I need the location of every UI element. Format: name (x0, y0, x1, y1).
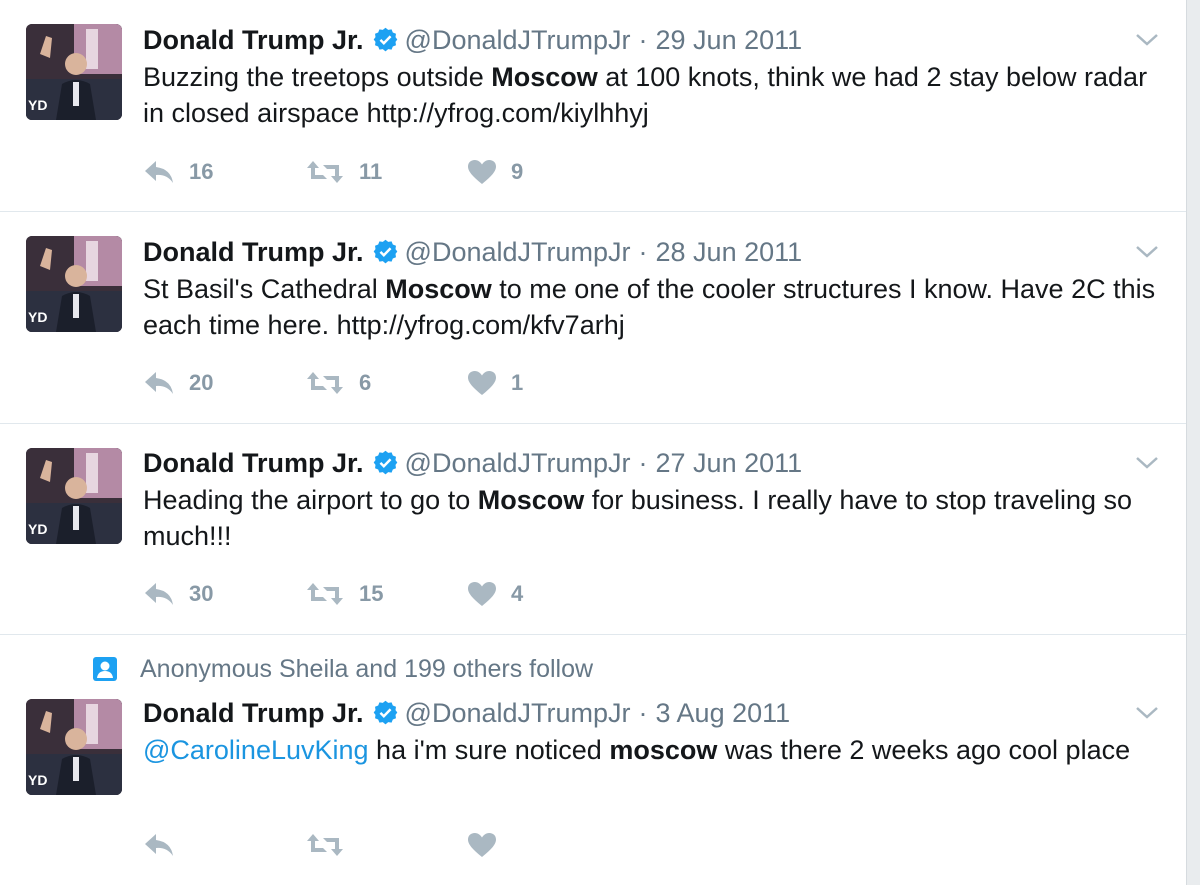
tweet-actions: 16 11 9 (143, 157, 629, 187)
retweet-button[interactable] (305, 832, 467, 858)
tweet-header: Donald Trump Jr. @DonaldJTrumpJr · 28 Ju… (143, 234, 802, 268)
avatar[interactable]: YD (26, 24, 122, 120)
tweet-actions (143, 830, 629, 860)
reply-icon (145, 583, 173, 605)
highlight: Moscow (477, 485, 585, 515)
author-name[interactable]: Donald Trump Jr. (143, 448, 364, 479)
like-button[interactable] (467, 832, 629, 858)
separator: · (638, 25, 648, 55)
chevron-down-icon[interactable] (1134, 242, 1160, 262)
like-count: 9 (511, 159, 524, 184)
retweet-button[interactable]: 15 (305, 581, 467, 607)
author-name[interactable]: Donald Trump Jr. (143, 237, 364, 268)
like-button[interactable]: 9 (467, 159, 629, 185)
tweet-header: Donald Trump Jr. @DonaldJTrumpJr · 3 Aug… (143, 695, 790, 729)
separator: · (638, 448, 648, 478)
verified-badge-icon (372, 699, 399, 726)
reply-button[interactable]: 16 (143, 159, 305, 185)
like-button[interactable]: 1 (467, 370, 629, 396)
heart-icon (468, 833, 496, 857)
chevron-down-icon[interactable] (1134, 703, 1160, 723)
tweet-header: Donald Trump Jr. @DonaldJTrumpJr · 27 Ju… (143, 445, 802, 479)
retweet-icon (307, 834, 343, 856)
reply-button[interactable] (143, 832, 305, 858)
verified-badge-icon (372, 26, 399, 53)
tweet-text: St Basil's Cathedral Moscow to me one of… (143, 274, 1156, 340)
avatar[interactable]: YD (26, 448, 122, 544)
svg-text:YD: YD (28, 97, 47, 113)
retweet-icon (307, 583, 343, 605)
author-handle[interactable]: @DonaldJTrumpJr (405, 448, 631, 479)
author-handle[interactable]: @DonaldJTrumpJr (405, 25, 631, 56)
like-button[interactable]: 4 (467, 581, 629, 607)
reply-button[interactable]: 30 (143, 581, 305, 607)
like-count: 1 (511, 370, 524, 395)
reply-icon (145, 372, 173, 394)
reply-count: 30 (189, 581, 214, 606)
highlight: Moscow (491, 62, 598, 92)
tweet-date[interactable]: 27 Jun 2011 (656, 448, 803, 479)
retweet-icon (307, 161, 343, 183)
avatar[interactable]: YD (26, 699, 122, 795)
retweet-count: 6 (359, 370, 372, 395)
tweet-text: Heading the airport to go to Moscow for … (143, 485, 1133, 551)
author-name[interactable]: Donald Trump Jr. (143, 698, 364, 729)
heart-icon (468, 582, 496, 606)
separator: · (638, 237, 648, 267)
author-handle[interactable]: @DonaldJTrumpJr (405, 698, 631, 729)
heart-icon (468, 371, 496, 395)
timeline: YD Donald Trump Jr. @DonaldJTrumpJr · 29… (0, 0, 1187, 885)
highlight: moscow (609, 735, 718, 765)
retweet-button[interactable]: 6 (305, 370, 467, 396)
tweet-actions: 20 6 1 (143, 368, 629, 398)
mention-link[interactable]: @CarolineLuvKing (143, 735, 369, 765)
chevron-down-icon[interactable] (1134, 30, 1160, 50)
tweet-header: Donald Trump Jr. @DonaldJTrumpJr · 29 Ju… (143, 22, 802, 56)
svg-text:YD: YD (28, 772, 47, 788)
tweet-date[interactable]: 28 Jun 2011 (656, 237, 803, 268)
verified-badge-icon (372, 449, 399, 476)
reply-button[interactable]: 20 (143, 370, 305, 396)
heart-icon (468, 160, 496, 184)
avatar[interactable]: YD (26, 236, 122, 332)
verified-badge-icon (372, 238, 399, 265)
retweet-count: 15 (359, 581, 384, 606)
tweet-text: Buzzing the treetops outside Moscow at 1… (143, 62, 1148, 128)
reply-icon (145, 834, 173, 856)
tweet[interactable]: YD Donald Trump Jr. @DonaldJTrumpJr · 29… (0, 0, 1186, 212)
author-name[interactable]: Donald Trump Jr. (143, 25, 364, 56)
reply-count: 20 (189, 370, 214, 395)
tweet[interactable]: YD Donald Trump Jr. @DonaldJTrumpJr · 27… (0, 424, 1186, 635)
reply-icon (145, 161, 173, 183)
tweet-actions: 30 15 4 (143, 579, 629, 609)
svg-text:YD: YD (28, 521, 47, 537)
chevron-down-icon[interactable] (1134, 453, 1160, 473)
tweet-text: @CarolineLuvKing ha i'm sure noticed mos… (143, 735, 1131, 765)
separator: · (638, 698, 648, 728)
tweet[interactable]: YD Donald Trump Jr. @DonaldJTrumpJr · 28… (0, 212, 1186, 424)
like-count: 4 (511, 581, 524, 606)
svg-text:YD: YD (28, 309, 47, 325)
tweet[interactable]: YD Donald Trump Jr. @DonaldJTrumpJr · 3 … (0, 635, 1186, 885)
tweet-date[interactable]: 29 Jun 2011 (656, 25, 803, 56)
author-handle[interactable]: @DonaldJTrumpJr (405, 237, 631, 268)
tweet-date[interactable]: 3 Aug 2011 (656, 698, 791, 729)
retweet-button[interactable]: 11 (305, 159, 467, 185)
reply-count: 16 (189, 159, 214, 184)
highlight: Moscow (385, 274, 492, 304)
retweet-icon (307, 372, 343, 394)
retweet-count: 11 (359, 159, 383, 184)
